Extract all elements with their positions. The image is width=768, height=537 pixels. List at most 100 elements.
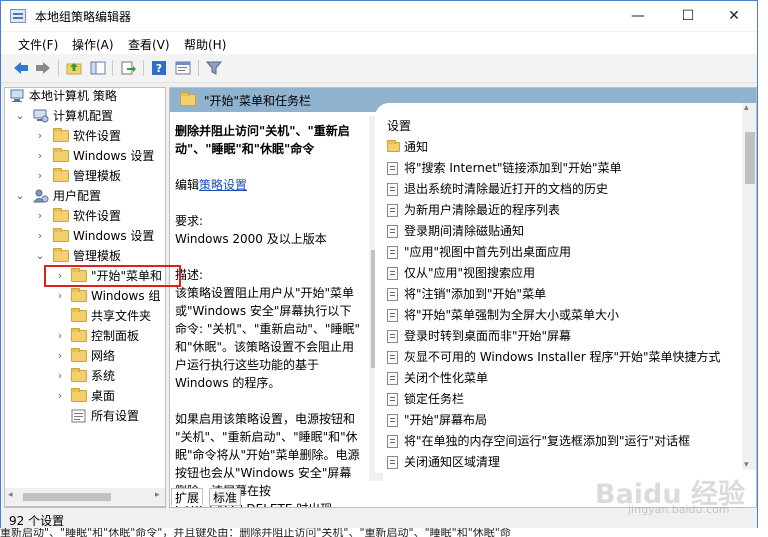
policy-title-line1: 删除并阻止访问"关机"、"重新启 [175,124,350,138]
policy-setting-icon [387,435,398,448]
maximize-button[interactable]: ☐ [665,1,711,31]
folder-icon [71,388,87,402]
watermark-url: jingyan.baidu.com [628,503,730,516]
chevron-down-icon[interactable]: ⌄ [33,246,47,266]
chevron-right-icon[interactable]: › [33,146,47,166]
back-icon[interactable] [12,59,30,77]
tree-horizontal-scrollbar[interactable]: ◂ ▸ [4,488,166,507]
title-bar: 本地组策略编辑器 — ☐ ✕ [1,1,757,31]
policy-editor-icon [10,9,26,23]
edit-policy-link[interactable]: 策略设置 [199,178,247,192]
description-line: 眠"命令将从"开始"菜单删除。电源 [175,448,360,462]
view-tabs: 扩展 标准 [169,487,289,507]
policy-setting-icon [387,309,398,322]
description-line: 户运行执行这些功能的基于 [175,358,320,372]
policy-setting-icon [387,393,398,406]
properties-icon[interactable] [174,59,192,77]
description-line: Windows 的程序。 [175,376,281,390]
tab-extended[interactable]: 扩展 [171,488,204,506]
tree-item-windows-settings[interactable]: › Windows 设置 [5,146,165,166]
status-text: 92 个设置 [9,514,65,528]
folder-icon [71,288,87,302]
folder-icon [71,328,87,342]
svg-text:?: ? [156,62,162,75]
chevron-right-icon[interactable]: › [33,226,47,246]
tab-standard[interactable]: 标准 [209,488,242,506]
tree-item-user-admin-templates[interactable]: ⌄ 管理模板 [5,246,165,266]
edit-prefix: 编辑 [175,178,200,192]
user-config-icon [33,189,49,203]
policy-setting-icon [387,246,398,259]
chevron-right-icon[interactable]: › [33,206,47,226]
tree-item-windows-components[interactable]: › Windows 组 [5,286,165,306]
tree-item-computer-config[interactable]: ⌄ 计算机配置 [5,106,165,126]
menu-help[interactable]: 帮助(H) [184,36,226,53]
policy-description: 删除并阻止访问"关机"、"重新启 动"、"睡眠"和"休眠"命令 编辑策略设置 要… [175,122,375,507]
all-settings-icon [71,409,86,423]
filter-icon[interactable] [205,59,223,77]
chevron-right-icon[interactable]: › [53,286,67,306]
tree-item-all-settings[interactable]: 所有设置 [5,406,165,426]
help-icon[interactable]: ? [150,59,168,77]
app-window: 本地组策略编辑器 — ☐ ✕ 文件(F) 操作(A) 查看(V) 帮助(H) ? [0,0,758,528]
menu-action[interactable]: 操作(A) [72,36,114,53]
policy-setting-icon [387,330,398,343]
tree-item-user-config[interactable]: ⌄ 用户配置 [5,186,165,206]
tree-item-control-panel[interactable]: › 控制面板 [5,326,165,346]
minimize-button[interactable]: — [615,1,661,31]
tree-item-system[interactable]: › 系统 [5,366,165,386]
menu-file[interactable]: 文件(F) [18,36,58,53]
window-title: 本地组策略编辑器 [35,10,132,24]
chevron-down-icon[interactable]: ⌄ [13,106,27,126]
settings-column-header[interactable]: 设置 [387,116,411,137]
folder-icon [71,308,87,322]
chevron-right-icon[interactable]: › [33,126,47,146]
description-label: 描述: [175,268,204,282]
export-icon[interactable] [119,59,137,77]
folder-icon [53,148,69,162]
chevron-right-icon[interactable]: › [33,166,47,186]
chevron-right-icon[interactable]: › [53,366,67,386]
up-folder-icon[interactable] [65,59,83,77]
show-tree-icon[interactable] [89,59,107,77]
settings-scroll-thumb[interactable] [745,132,755,184]
toolbar: ? [1,54,757,83]
scroll-right-icon[interactable]: ▸ [155,490,160,500]
description-line: 命令: "关机"、"重新启动"、"睡眠" [175,322,360,336]
policy-setting-icon [387,267,398,280]
policy-setting-icon [387,288,398,301]
tree-item-software-settings[interactable]: › 软件设置 [5,126,165,146]
description-line: 和"休眠"。该策略设置不会阻止用 [175,340,355,354]
policy-setting-icon [387,225,398,238]
chevron-right-icon[interactable]: › [53,326,67,346]
description-line: 或"Windows 安全"屏幕执行以下 [175,304,352,318]
tree-item-shared-folders[interactable]: 共享文件夹 [5,306,165,326]
requirements-label: 要求: [175,214,204,228]
scroll-left-icon[interactable]: ◂ [8,490,13,500]
chevron-right-icon[interactable]: › [53,386,67,406]
policy-setting-icon [387,183,398,196]
forward-icon[interactable] [34,59,52,77]
folder-icon [53,168,69,182]
tree-item-user-software-settings[interactable]: › 软件设置 [5,206,165,226]
tree-item-network[interactable]: › 网络 [5,346,165,366]
policy-setting-icon [387,372,398,385]
scroll-down-icon[interactable]: ▾ [744,460,749,470]
folder-icon [180,92,196,106]
chevron-right-icon[interactable]: › [53,346,67,366]
policy-setting-icon [387,204,398,217]
chevron-down-icon[interactable]: ⌄ [13,186,27,206]
description-line: 该策略设置阻止用户从"开始"菜单 [175,286,355,300]
tree-item-user-windows-settings[interactable]: › Windows 设置 [5,226,165,246]
menu-view[interactable]: 查看(V) [128,36,170,53]
close-button[interactable]: ✕ [711,1,757,31]
folder-icon [53,208,69,222]
policy-title-line2: 动"、"睡眠"和"休眠"命令 [175,142,315,156]
settings-list: 设置 通知 将"搜索 Internet"链接添加到"开始"菜单 退出系统时清除最… [375,103,747,473]
tree-item-desktop[interactable]: › 桌面 [5,386,165,406]
folder-icon [387,140,400,152]
tree-pane: 本地计算机 策略 ⌄ 计算机配置 › 软件设置 › Windows 设置 › 管… [4,87,166,508]
scroll-thumb[interactable] [23,493,111,501]
tree-item-admin-templates[interactable]: › 管理模板 [5,166,165,186]
scroll-up-icon[interactable]: ▴ [744,103,749,113]
